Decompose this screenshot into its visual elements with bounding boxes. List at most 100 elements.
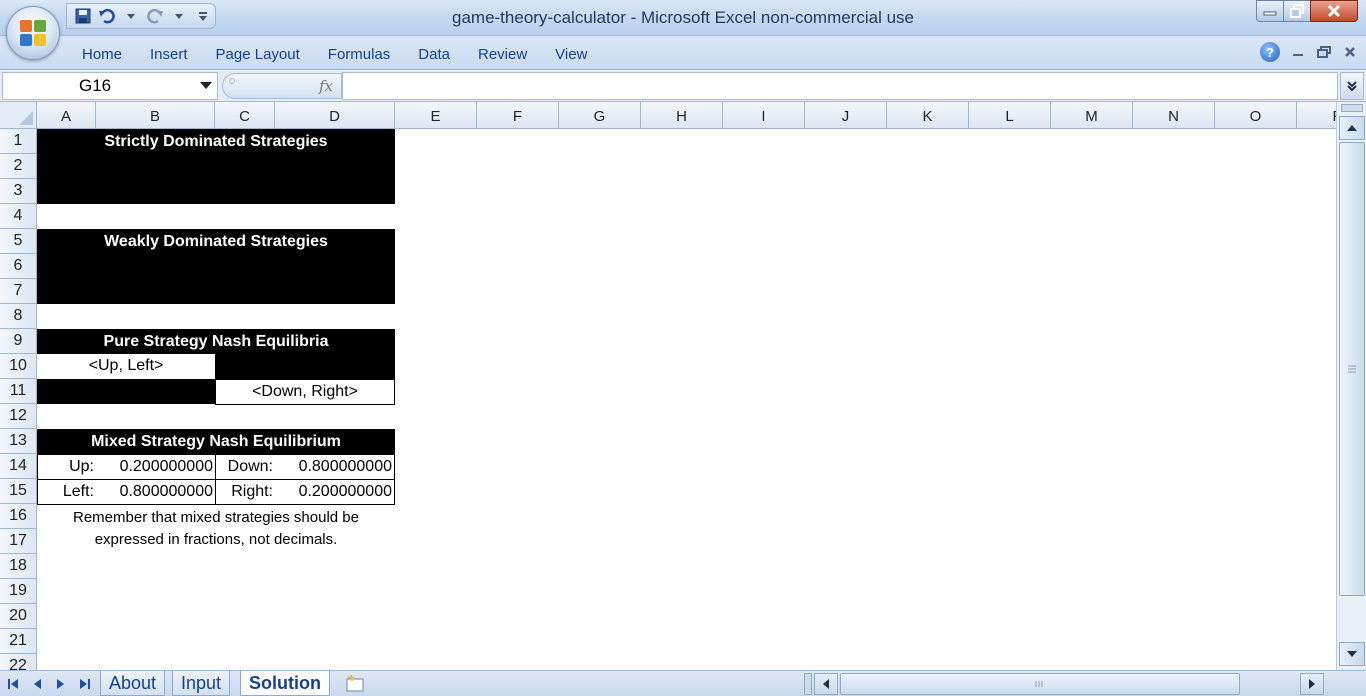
previous-sheet-icon[interactable]	[28, 675, 46, 693]
weakly-dominated-block[interactable]: Weakly Dominated Strategies	[37, 229, 395, 304]
column-header-d[interactable]: D	[275, 102, 395, 129]
mixed-strategy-note-line2[interactable]: expressed in fractions, not decimals.	[37, 529, 395, 551]
row-header-10[interactable]: 10	[0, 354, 37, 379]
column-header-p[interactable]: P	[1297, 102, 1336, 129]
pure-nash-down-right[interactable]: <Down, Right>	[215, 379, 395, 405]
row-header-7[interactable]: 7	[0, 279, 37, 304]
column-header-i[interactable]: I	[723, 102, 805, 129]
mixed-up-value[interactable]: 0.200000000	[96, 455, 214, 479]
row-header-18[interactable]: 18	[0, 554, 37, 579]
column-header-j[interactable]: J	[805, 102, 887, 129]
ribbon: Home Insert Page Layout Formulas Data Re…	[0, 36, 1366, 70]
expand-formula-bar-icon[interactable]	[1340, 72, 1364, 100]
row-header-14[interactable]: 14	[0, 454, 37, 479]
mixed-down-value[interactable]: 0.800000000	[275, 455, 394, 479]
sheet-tab-input[interactable]: Input	[172, 671, 231, 696]
tab-home[interactable]: Home	[68, 45, 136, 65]
row-header-15[interactable]: 15	[0, 479, 37, 504]
row-header-2[interactable]: 2	[0, 154, 37, 179]
tab-page-layout[interactable]: Page Layout	[202, 45, 314, 65]
vertical-scroll-thumb[interactable]	[1339, 142, 1365, 596]
scroll-left-arrow-icon[interactable]	[814, 673, 838, 695]
workbook-close-icon[interactable]	[1342, 44, 1358, 60]
row-header-16[interactable]: 16	[0, 504, 37, 529]
scroll-down-arrow-icon[interactable]	[1339, 642, 1365, 666]
column-header-g[interactable]: G	[559, 102, 641, 129]
help-icon[interactable]: ?	[1260, 42, 1280, 62]
mixed-down-label[interactable]: Down:	[216, 455, 275, 479]
close-button[interactable]	[1310, 0, 1358, 22]
tab-insert[interactable]: Insert	[136, 45, 202, 65]
tab-review[interactable]: Review	[464, 45, 541, 65]
strictly-dominated-header: Strictly Dominated Strategies	[104, 133, 328, 150]
split-box[interactable]	[1341, 104, 1363, 112]
scroll-right-arrow-icon[interactable]	[1300, 673, 1324, 695]
select-all-corner[interactable]	[0, 102, 37, 129]
mixed-left-label[interactable]: Left:	[37, 480, 96, 504]
row-header-20[interactable]: 20	[0, 604, 37, 629]
strictly-dominated-block[interactable]: Strictly Dominated Strategies	[37, 129, 395, 204]
tab-view[interactable]: View	[541, 45, 601, 65]
tab-formulas[interactable]: Formulas	[314, 45, 405, 65]
row-header-9[interactable]: 9	[0, 329, 37, 354]
horizontal-scroll-thumb[interactable]	[840, 673, 1240, 695]
name-box-dropdown-icon[interactable]	[200, 82, 212, 89]
office-button[interactable]	[6, 6, 60, 60]
row-header-11[interactable]: 11	[0, 379, 37, 404]
mixed-right-label[interactable]: Right:	[216, 480, 275, 504]
sheet-tab-about[interactable]: About	[100, 671, 166, 696]
restore-button[interactable]	[1283, 0, 1311, 22]
mixed-strategy-note-line1[interactable]: Remember that mixed strategies should be	[37, 507, 395, 529]
pure-nash-up-left[interactable]: <Up, Left>	[37, 354, 215, 379]
pure-nash-header[interactable]: Pure Strategy Nash Equilibria	[37, 329, 395, 354]
row-header-5[interactable]: 5	[0, 229, 37, 254]
scroll-up-arrow-icon[interactable]	[1339, 116, 1365, 140]
vertical-scrollbar[interactable]	[1336, 102, 1366, 670]
name-box[interactable]: G16	[2, 72, 218, 100]
row-header-21[interactable]: 21	[0, 629, 37, 654]
column-header-m[interactable]: M	[1051, 102, 1133, 129]
column-header-l[interactable]: L	[969, 102, 1051, 129]
tab-data[interactable]: Data	[404, 45, 464, 65]
first-sheet-icon[interactable]	[4, 675, 22, 693]
column-header-h[interactable]: H	[641, 102, 723, 129]
workbook-minimize-icon[interactable]	[1290, 44, 1306, 60]
insert-worksheet-icon[interactable]	[338, 672, 372, 696]
row-header-19[interactable]: 19	[0, 579, 37, 604]
last-sheet-icon[interactable]	[76, 675, 94, 693]
tab-split-handle[interactable]	[804, 673, 812, 695]
row-header-22[interactable]: 22	[0, 654, 37, 670]
insert-function-icon[interactable]: fx	[319, 77, 333, 95]
mixed-up-label[interactable]: Up:	[37, 455, 96, 479]
pure-nash-down-left-cell[interactable]	[37, 379, 215, 404]
column-header-k[interactable]: K	[887, 102, 969, 129]
minimize-button[interactable]	[1256, 0, 1284, 22]
row-header-12[interactable]: 12	[0, 404, 37, 429]
window-controls	[1256, 0, 1358, 22]
column-header-e[interactable]: E	[395, 102, 477, 129]
column-header-a[interactable]: A	[37, 102, 96, 129]
row-header-13[interactable]: 13	[0, 429, 37, 454]
workbook-restore-icon[interactable]	[1316, 44, 1332, 60]
row-header-17[interactable]: 17	[0, 529, 37, 554]
horizontal-scrollbar[interactable]	[804, 673, 1336, 695]
row-header-1[interactable]: 1	[0, 129, 37, 154]
sheet-tab-solution[interactable]: Solution	[240, 671, 330, 696]
row-header-4[interactable]: 4	[0, 204, 37, 229]
worksheet-grid[interactable]: A B C D E F G H I J K L M N O P 1 2 3 4 …	[0, 102, 1336, 670]
pure-nash-up-right-cell[interactable]	[215, 354, 395, 379]
next-sheet-icon[interactable]	[52, 675, 70, 693]
row-header-6[interactable]: 6	[0, 254, 37, 279]
column-header-f[interactable]: F	[477, 102, 559, 129]
column-header-b[interactable]: B	[96, 102, 215, 129]
mixed-nash-header[interactable]: Mixed Strategy Nash Equilibrium	[37, 429, 395, 454]
excel-window: game-theory-calculator - Microsoft Excel…	[0, 0, 1366, 696]
column-header-c[interactable]: C	[215, 102, 275, 129]
mixed-right-value[interactable]: 0.200000000	[275, 480, 394, 504]
mixed-left-value[interactable]: 0.800000000	[96, 480, 214, 504]
column-header-o[interactable]: O	[1215, 102, 1297, 129]
row-header-8[interactable]: 8	[0, 304, 37, 329]
column-header-n[interactable]: N	[1133, 102, 1215, 129]
row-header-3[interactable]: 3	[0, 179, 37, 204]
formula-input[interactable]	[342, 72, 1338, 100]
